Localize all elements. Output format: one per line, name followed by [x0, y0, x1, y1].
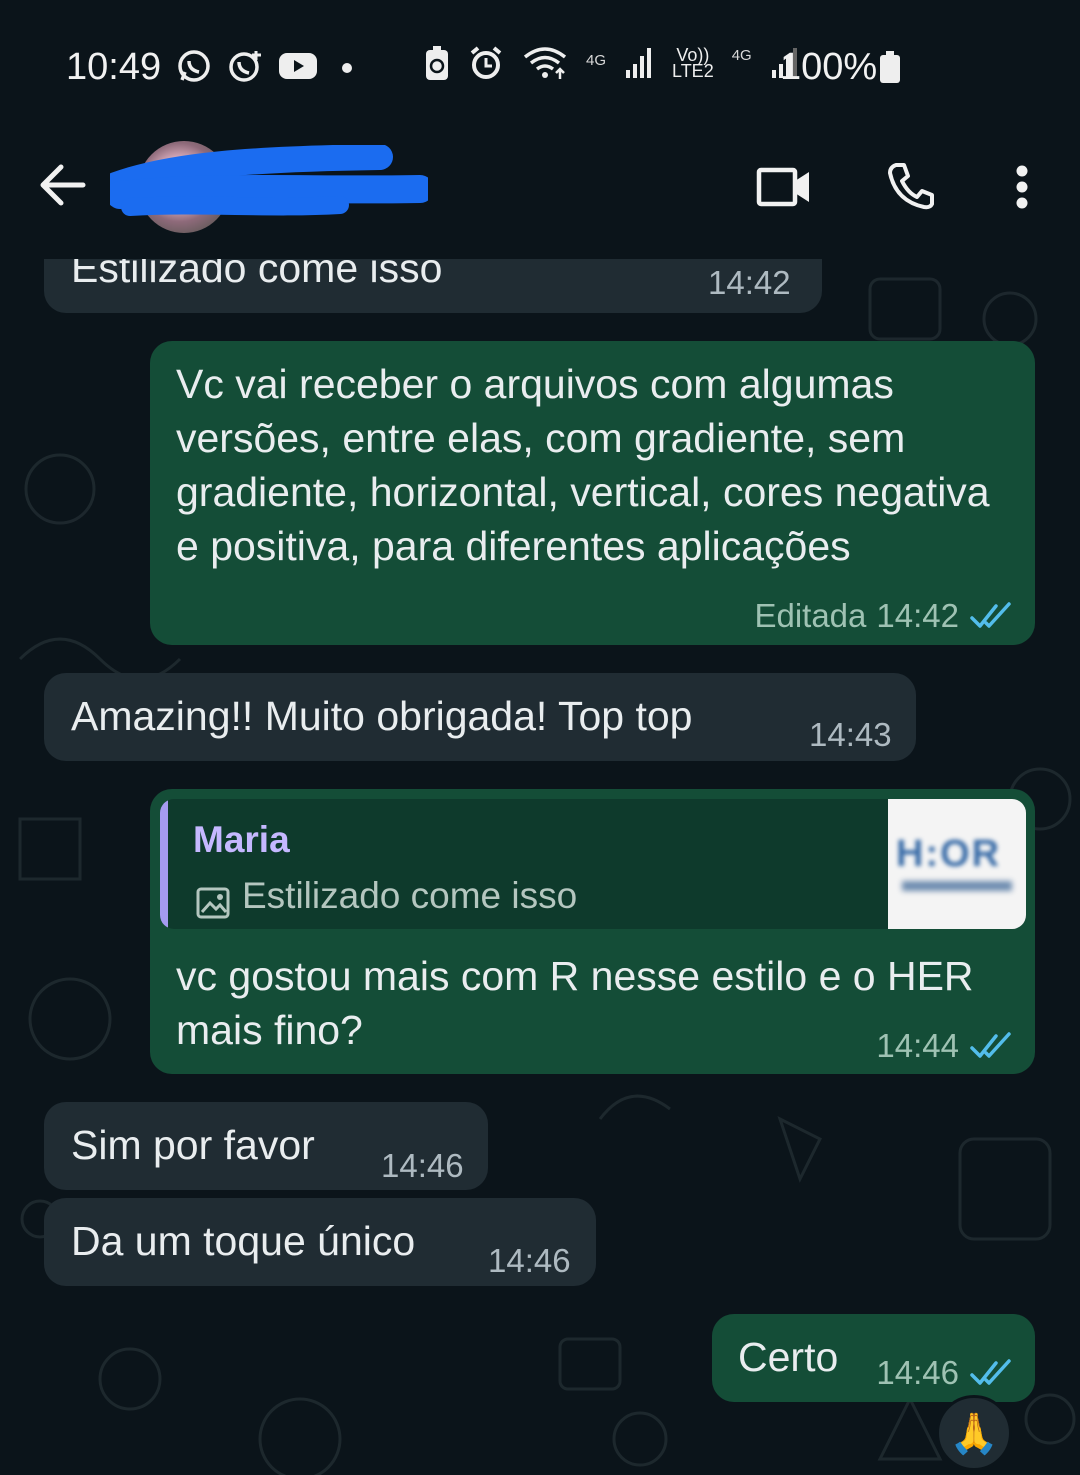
message-text: Amazing!! Muito obrigada! Top top [71, 693, 693, 739]
double-check-read-icon [970, 1359, 1011, 1385]
message-time: 14:42 [876, 597, 959, 634]
message-bubble-incoming[interactable]: Amazing!! Muito obrigada! Top top 14:43 [44, 673, 916, 761]
message-time: 14:43 [809, 716, 892, 753]
message-reaction[interactable]: 🙏 [936, 1395, 1012, 1471]
message-time: 14:44 [876, 1027, 959, 1064]
message-bubble-outgoing[interactable]: Vc vai receber o arquivos com algumas ve… [150, 341, 1035, 645]
message-text: Certo [738, 1334, 839, 1380]
message-bubble-incoming[interactable]: Sim por favor 14:46 [44, 1102, 488, 1190]
status-bar: 10:49 4G Vo)) LTE2 4G 100% [0, 0, 1080, 135]
back-arrow-icon [40, 164, 86, 206]
system-icons: 4G Vo)) LTE2 4G [424, 44, 800, 82]
battery-saver-icon [426, 46, 448, 80]
edited-label: Editada [754, 597, 867, 634]
message-bubble-outgoing[interactable]: Certo 14:46 [712, 1314, 1035, 1402]
status-time: 10:49 [66, 46, 162, 88]
video-call-button[interactable] [746, 155, 822, 219]
message-text: Da um toque único [71, 1218, 416, 1264]
message-text: vc gostou mais com R nesse estilo e o HE… [176, 953, 974, 1053]
double-check-read-icon [970, 1032, 1011, 1058]
alarm-icon [470, 46, 502, 79]
message-bubble-outgoing-reply[interactable]: Maria Estilizado come isso H:OR vc gosto… [150, 789, 1035, 1074]
thumbnail-subtext [902, 881, 1012, 891]
volte-indicator: Vo)) LTE2 [672, 45, 714, 81]
message-time: 14:46 [876, 1354, 959, 1391]
quoted-text: Estilizado come isso [242, 875, 578, 916]
message-time: 14:46 [488, 1242, 571, 1279]
message-meta: 14:46 [876, 1354, 1013, 1392]
voice-call-button[interactable] [876, 153, 946, 219]
message-meta: Editada 14:42 [754, 597, 1013, 635]
back-button[interactable] [30, 155, 96, 215]
signal-icon [626, 48, 652, 78]
dot-icon [342, 63, 352, 73]
message-time: 14:46 [381, 1147, 464, 1184]
chat-header [0, 135, 1080, 259]
image-icon [196, 887, 230, 919]
network-type-right: 4G [731, 47, 752, 64]
quoted-image-thumbnail: H:OR [888, 799, 1026, 929]
more-options-button[interactable] [996, 155, 1048, 219]
quote-accent-bar [160, 799, 168, 929]
video-call-icon [756, 167, 809, 207]
whatsapp-icon [178, 50, 210, 82]
network-type-left: 4G [586, 52, 607, 69]
quoted-author: Maria [193, 819, 290, 860]
chat-area[interactable]: Estilizado come isso 14:42 Vc vai recebe… [0, 259, 1080, 1475]
redacted-contact-name[interactable] [110, 145, 428, 221]
message-text: Vc vai receber o arquivos com algumas ve… [176, 361, 990, 569]
thumbnail-logo-text: H:OR [896, 833, 1002, 875]
message-bubble-incoming[interactable]: Da um toque único 14:46 [44, 1198, 596, 1286]
quoted-message[interactable]: Maria Estilizado come isso H:OR [160, 799, 1026, 929]
message-text: Sim por favor [71, 1122, 315, 1168]
more-vert-icon [1016, 165, 1028, 209]
phone-icon [888, 163, 934, 210]
message-text: Estilizado come isso [71, 259, 443, 291]
battery-icon [880, 51, 900, 83]
message-time: 14:42 [708, 264, 791, 301]
whatsapp-business-icon [229, 51, 261, 82]
wifi-icon [523, 47, 567, 79]
youtube-icon [279, 53, 317, 79]
battery-percent: 100% [780, 46, 878, 88]
message-meta: 14:44 [876, 1027, 1013, 1065]
double-check-read-icon [970, 602, 1011, 628]
message-bubble-incoming[interactable]: Estilizado come isso 14:42 [44, 259, 822, 313]
notification-icons [176, 48, 362, 84]
